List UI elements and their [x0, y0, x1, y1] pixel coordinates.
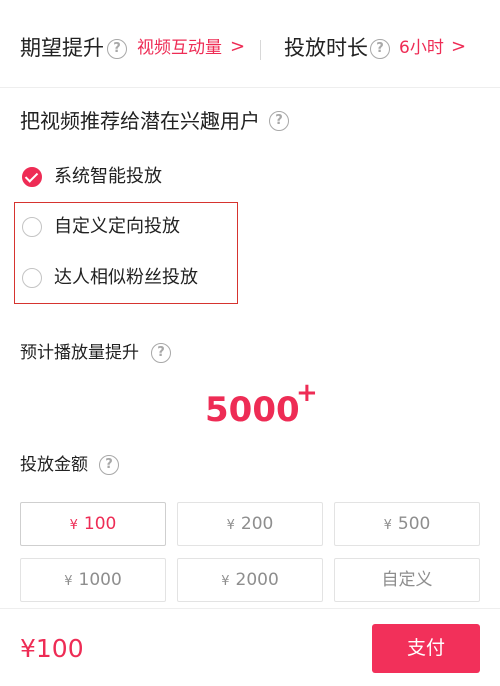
expect-value-link[interactable]: 视频互动量 [137, 37, 222, 59]
radio-checked-icon[interactable] [22, 167, 42, 187]
amount-value: 100 [83, 514, 117, 534]
estimate-label: 预计播放量提升 [20, 343, 139, 363]
checkout-footer: ¥100 支付 [0, 608, 500, 686]
option-label: 系统智能投放 [54, 166, 162, 187]
amount-value: 500 [397, 514, 431, 534]
amount-option-100[interactable]: ¥100 [20, 502, 166, 546]
option-custom-targeting[interactable]: 自定义定向投放 [20, 212, 230, 242]
help-icon[interactable]: ? [107, 39, 127, 59]
radio-unchecked-icon[interactable] [22, 217, 42, 237]
option-similar-fans[interactable]: 达人相似粉丝投放 [20, 263, 230, 293]
currency-symbol: ¥ [64, 574, 73, 589]
pay-button[interactable]: 支付 [372, 624, 480, 673]
amount-option-custom[interactable]: 自定义 [334, 558, 480, 602]
option-label: 自定义定向投放 [54, 216, 180, 237]
amount-option-500[interactable]: ¥500 [334, 502, 480, 546]
amount-option-1000[interactable]: ¥1000 [20, 558, 166, 602]
estimate-value: 5000 [205, 390, 300, 430]
duration-value-link[interactable]: 6小时 [399, 37, 444, 59]
help-icon[interactable]: ? [370, 39, 390, 59]
help-icon[interactable]: ? [151, 343, 171, 363]
chevron-right-icon[interactable]: > [230, 36, 245, 58]
amount-value: 200 [240, 514, 274, 534]
help-icon[interactable]: ? [269, 111, 289, 131]
duration-label: 投放时长 [284, 36, 368, 60]
amount-value: 自定义 [381, 570, 433, 590]
help-icon[interactable]: ? [99, 455, 119, 475]
currency-symbol: ¥ [226, 518, 235, 533]
currency-symbol: ¥ [69, 518, 78, 533]
amount-value: 2000 [235, 570, 279, 590]
targeting-title: 把视频推荐给潜在兴趣用户 [20, 109, 260, 133]
amount-label: 投放金额 [20, 455, 88, 475]
radio-unchecked-icon[interactable] [22, 268, 42, 288]
estimate-suffix: + [296, 378, 318, 408]
expect-label: 期望提升 [20, 36, 104, 60]
chevron-right-icon[interactable]: > [451, 36, 466, 58]
option-smart-delivery[interactable]: 系统智能投放 [20, 162, 230, 192]
currency-symbol: ¥ [383, 518, 392, 533]
total-price: ¥100 [20, 634, 84, 663]
amount-option-200[interactable]: ¥200 [177, 502, 323, 546]
boost-order-page: 期望提升 ? 视频互动量 > 投放时长 ? 6小时 > 把视频推荐给潜在兴趣用户… [0, 0, 500, 686]
currency-symbol: ¥ [221, 574, 230, 589]
divider [260, 40, 261, 60]
header-row: 期望提升 ? 视频互动量 > 投放时长 ? 6小时 > [0, 0, 500, 88]
amount-value: 1000 [78, 570, 122, 590]
option-label: 达人相似粉丝投放 [54, 267, 198, 288]
amount-option-2000[interactable]: ¥2000 [177, 558, 323, 602]
